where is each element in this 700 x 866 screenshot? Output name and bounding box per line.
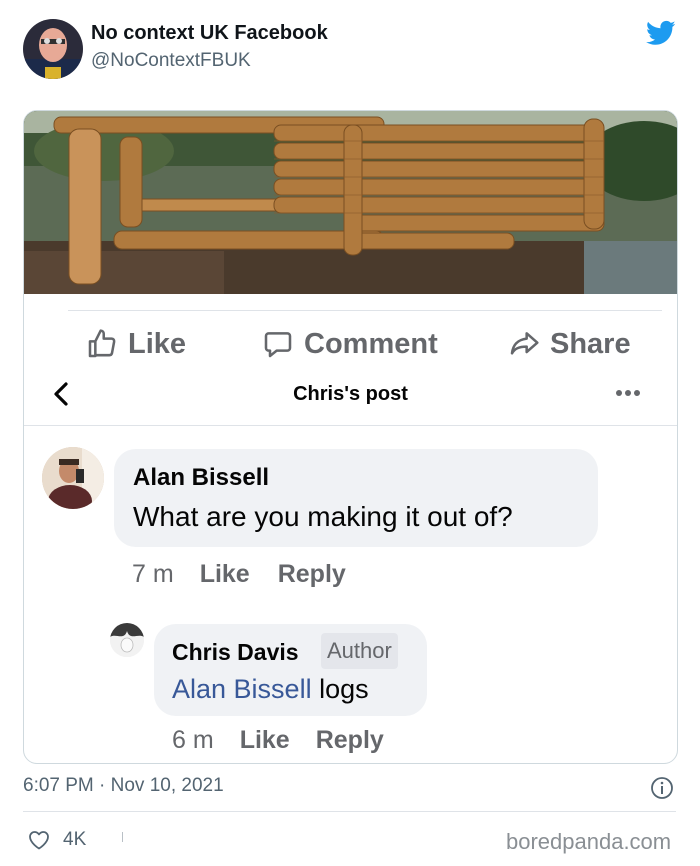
embedded-screenshot: Like Comment Share Chris's post Alan Bis… bbox=[23, 110, 678, 764]
source-watermark: boredpanda.com bbox=[506, 829, 672, 854]
commenter-avatar[interactable] bbox=[42, 447, 104, 509]
share-action-label: Share bbox=[550, 327, 631, 360]
reply-body: logs bbox=[319, 674, 369, 704]
more-options-icon[interactable] bbox=[612, 381, 644, 405]
info-icon[interactable] bbox=[650, 776, 674, 800]
reply-avatar[interactable] bbox=[110, 623, 144, 657]
mention-link[interactable]: Alan Bissell bbox=[172, 674, 312, 704]
comment-like-link[interactable]: Like bbox=[200, 560, 250, 589]
divider bbox=[122, 832, 123, 842]
twitter-bird-icon bbox=[646, 20, 676, 45]
avatar-image bbox=[110, 623, 144, 657]
post-action-bar: Like Comment Share bbox=[24, 321, 677, 367]
tweet-header: No context UK Facebook @NoContextFBUK bbox=[0, 0, 700, 100]
post-header-bar: Chris's post bbox=[24, 367, 677, 426]
reply-text: Alan Bissell logs bbox=[172, 674, 369, 705]
comment-action-label: Comment bbox=[304, 327, 438, 360]
share-action-button[interactable]: Share bbox=[508, 321, 631, 367]
share-arrow-icon bbox=[510, 332, 539, 355]
heart-icon bbox=[29, 831, 49, 850]
like-tweet-button[interactable]: 4K bbox=[27, 826, 86, 854]
profile-avatar[interactable] bbox=[23, 19, 83, 79]
comment-text: What are you making it out of? bbox=[133, 501, 513, 532]
divider bbox=[68, 310, 662, 311]
comment-bubble: Alan Bissell What are you making it out … bbox=[114, 449, 598, 547]
comment-meta: 7 m Like Reply bbox=[132, 557, 346, 591]
author-badge: Author bbox=[321, 633, 398, 669]
reply-bubble: Chris Davis Author Alan Bissell logs bbox=[154, 624, 427, 716]
like-action-button[interactable]: Like bbox=[86, 321, 186, 367]
reply-meta: 6 m Like Reply bbox=[172, 723, 384, 757]
post-title: Chris's post bbox=[293, 383, 408, 405]
tweet-timestamp[interactable]: 6:07 PM · Nov 10, 2021 bbox=[23, 775, 224, 797]
user-handle[interactable]: @NoContextFBUK bbox=[91, 50, 251, 72]
display-name[interactable]: No context UK Facebook bbox=[91, 22, 328, 45]
log-cabin-photo bbox=[24, 111, 677, 294]
avatar-image bbox=[23, 19, 83, 79]
comment-author[interactable]: Alan Bissell bbox=[133, 464, 269, 492]
comment-bubble-icon bbox=[264, 332, 292, 358]
comment-action-button[interactable]: Comment bbox=[262, 321, 438, 367]
reply-time: 6 m bbox=[172, 725, 214, 754]
reply-author[interactable]: Chris Davis bbox=[172, 639, 299, 666]
reply-like-link[interactable]: Like bbox=[240, 726, 290, 755]
comment-time: 7 m bbox=[132, 559, 174, 588]
like-count: 4K bbox=[63, 829, 87, 850]
avatar-image bbox=[42, 447, 104, 509]
reply-reply-link[interactable]: Reply bbox=[316, 726, 384, 755]
comment-reply-link[interactable]: Reply bbox=[278, 560, 346, 589]
divider bbox=[23, 811, 676, 812]
thumbs-up-icon bbox=[88, 329, 116, 358]
like-action-label: Like bbox=[128, 327, 187, 360]
